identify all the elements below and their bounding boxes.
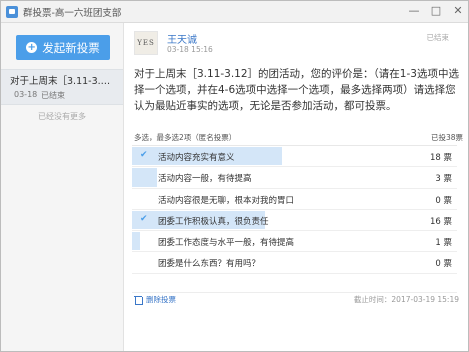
- delete-vote-button[interactable]: 删除投票: [134, 294, 176, 305]
- author-name[interactable]: 王天诚: [167, 31, 197, 46]
- vote-total: 已投38票: [430, 133, 463, 142]
- footer-divider: [132, 292, 457, 293]
- checkmark-icon: ✔: [140, 150, 148, 160]
- deadline-text: 截止时间：2017-03-19 15:19: [353, 295, 459, 304]
- vote-question: 对于上周末［3.11-3.12］的团活动，您的评价是：（请在1-3选项中选择一个…: [134, 68, 459, 112]
- vote-result-bar: [132, 168, 157, 187]
- vote-detail: YES 王天诚 03-18 15:16 已结束 对于上周末［3.11-3.12］…: [125, 23, 468, 351]
- maximize-button[interactable]: □: [430, 4, 442, 18]
- vote-option-count: 1 票: [435, 238, 452, 249]
- vote-option-label: 活动内容一般，有待提高: [158, 174, 252, 185]
- trash-icon: [134, 295, 143, 305]
- title-bar[interactable]: 群投票-高一六班团支部 — □ ✕: [1, 1, 468, 23]
- new-vote-label: 发起新投票: [42, 40, 100, 55]
- vote-option[interactable]: 活动内容一般，有待提高 3 票: [132, 167, 457, 189]
- vote-option[interactable]: ✔ 活动内容充实有意义 18 票: [132, 146, 457, 168]
- minimize-button[interactable]: —: [408, 4, 420, 18]
- vote-option[interactable]: ✔ 团委工作积极认真，很负责任 16 票: [132, 210, 457, 232]
- status-badge: 已结束: [426, 33, 450, 42]
- post-time: 03-18 15:16: [167, 45, 213, 54]
- vote-list-item[interactable]: 对于上周末［3.11-3.12］... 03-18 已结束: [1, 69, 123, 105]
- vote-type-info: 多选，最多选2项（匿名投票）: [134, 133, 237, 142]
- vote-option-count: 0 票: [435, 259, 452, 270]
- vote-window: 群投票-高一六班团支部 — □ ✕ + 发起新投票 对于上周末［3.11-3.1…: [0, 0, 469, 352]
- window-title: 群投票-高一六班团支部: [23, 7, 122, 19]
- no-more-text: 已经没有更多: [38, 112, 86, 121]
- vote-option-count: 3 票: [435, 174, 452, 185]
- vote-option[interactable]: 活动内容很是无聊，根本对我的胃口 0 票: [132, 189, 457, 210]
- vote-option-count: 16 票: [429, 216, 452, 227]
- vote-option-count: 18 票: [429, 153, 452, 163]
- avatar: YES: [134, 31, 158, 55]
- vote-result-bar: [132, 232, 141, 251]
- close-button[interactable]: ✕: [452, 4, 464, 18]
- vote-option-label: 活动内容充实有意义: [158, 153, 235, 163]
- vote-option-label: 团委是什么东西？有用吗？: [158, 259, 261, 270]
- vote-item-status: 已结束: [41, 91, 65, 100]
- vote-option-count: 0 票: [435, 195, 452, 206]
- vote-item-date: 03-18: [14, 90, 38, 99]
- vote-item-title: 对于上周末［3.11-3.12］...: [10, 76, 116, 87]
- new-vote-button[interactable]: + 发起新投票: [16, 35, 110, 60]
- vote-list-panel: + 发起新投票 对于上周末［3.11-3.12］... 03-18 已结束 已经…: [1, 23, 124, 351]
- vote-app-icon: [6, 5, 18, 18]
- checkmark-icon: ✔: [140, 213, 148, 224]
- vote-option-label: 团委工作积极认真，很负责任: [158, 216, 269, 227]
- plus-circle-icon: +: [26, 42, 38, 53]
- vote-option[interactable]: 团委工作态度与水平一般，有待提高 1 票: [132, 231, 457, 253]
- window-controls: — □ ✕: [408, 4, 464, 18]
- delete-vote-label: 删除投票: [146, 295, 176, 304]
- vote-options: ✔ 活动内容充实有意义 18 票活动内容一般，有待提高 3 票活动内容很是无聊，根本对…: [132, 145, 457, 274]
- vote-option[interactable]: 团委是什么东西？有用吗？ 0 票: [132, 252, 457, 274]
- vote-option-label: 团委工作态度与水平一般，有待提高: [158, 238, 295, 249]
- vote-option-label: 活动内容很是无聊，根本对我的胃口: [158, 195, 295, 206]
